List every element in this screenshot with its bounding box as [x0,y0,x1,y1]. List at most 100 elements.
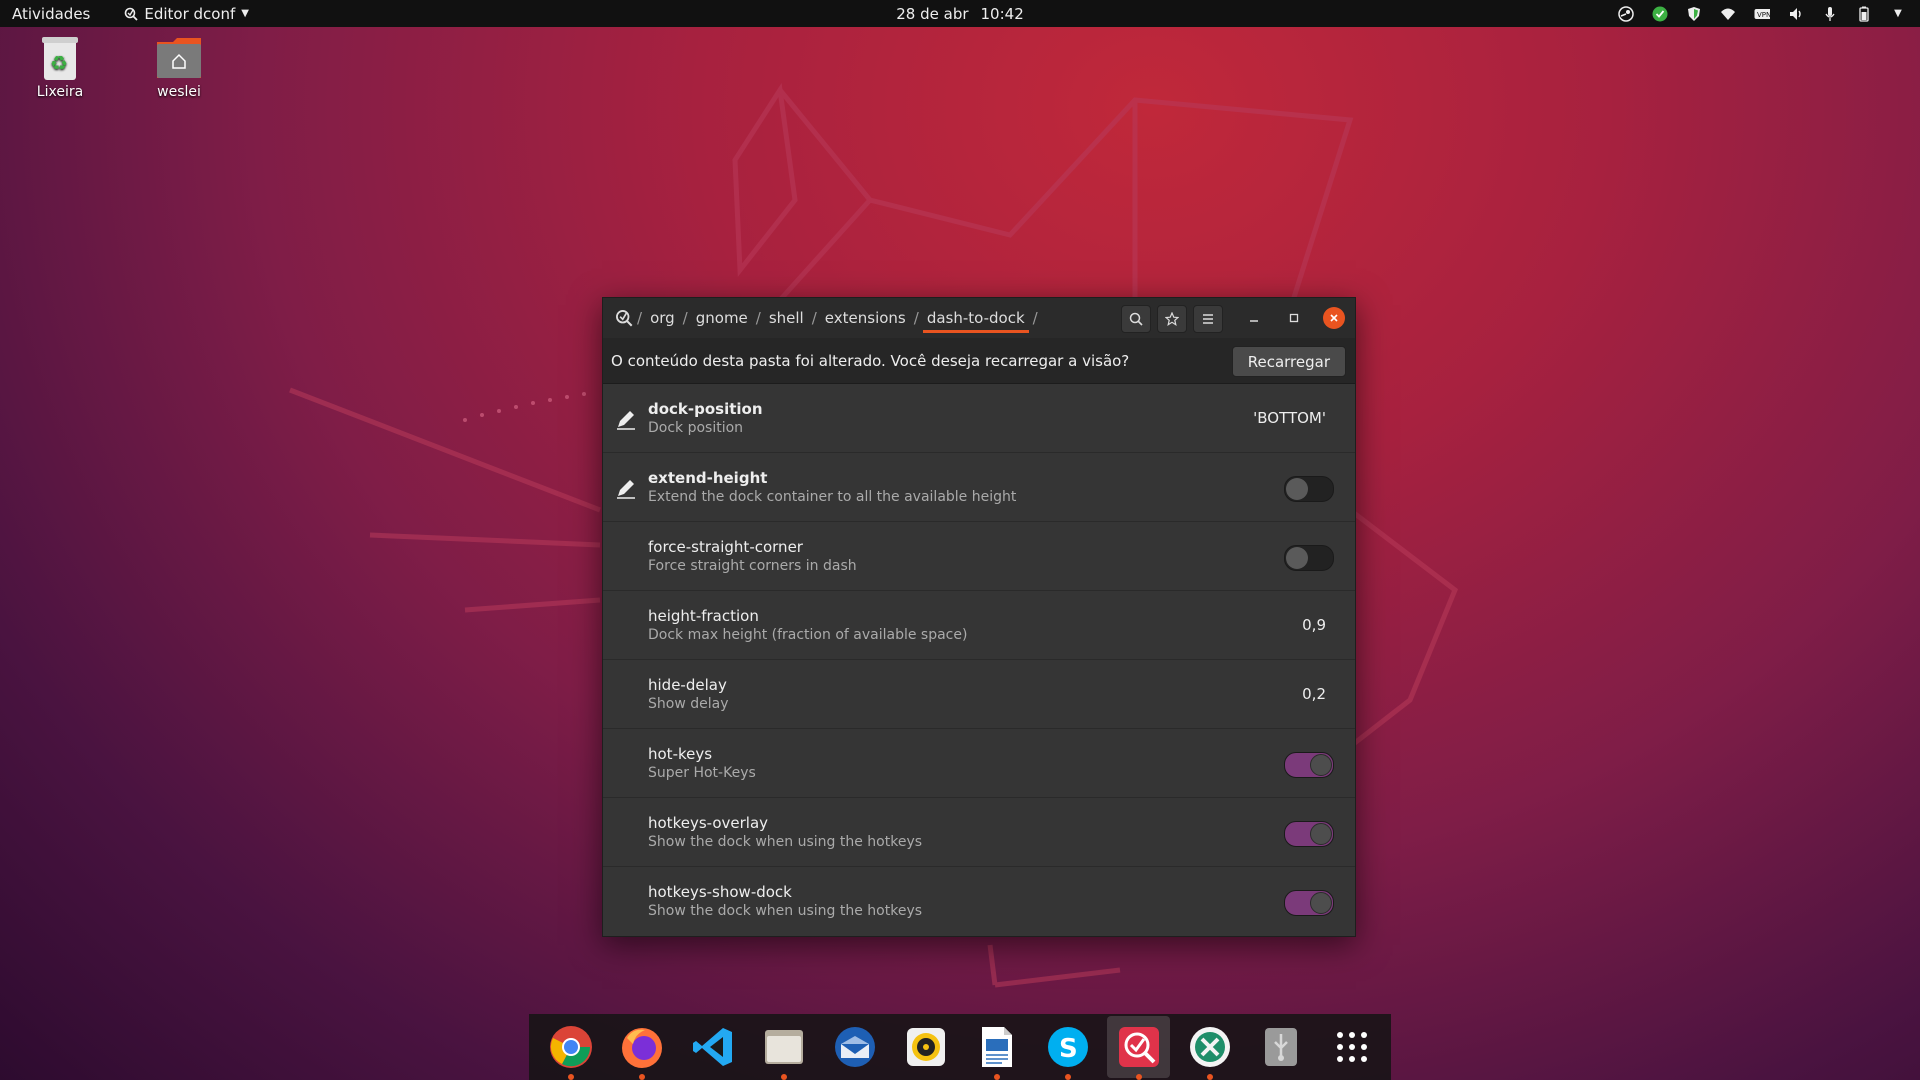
toggle-switch[interactable] [1284,890,1334,916]
firefox-icon [621,1028,662,1068]
dock-item-dconf-editor[interactable] [1107,1016,1170,1080]
toggle-knob [1286,547,1308,569]
running-indicator [780,1074,787,1080]
desktop-icon-label: Lixeira [36,84,84,100]
key-row-dock-position[interactable]: dock-position Dock position 'BOTTOM' [603,384,1355,453]
key-description: Force straight corners in dash [648,558,857,574]
key-row-height-fraction[interactable]: height-fraction Dock max height (fractio… [603,591,1355,660]
running-indicator [1064,1074,1071,1080]
toggle-knob [1286,478,1308,500]
breadcrumb-separator: / [682,309,688,327]
minimize-button[interactable] [1243,307,1265,329]
header-bar: / org / gnome / shell / extensions / das… [603,298,1355,338]
menu-button[interactable] [1193,305,1223,333]
chrome-icon [549,1026,592,1068]
system-tray[interactable]: VPN ▼ [1618,0,1906,27]
key-list: dock-position Dock position 'BOTTOM' ext… [603,384,1355,935]
maximize-icon [1289,313,1299,323]
vpn-icon[interactable]: VPN [1754,6,1770,22]
key-description: Dock position [648,420,744,436]
key-name: dock-position [648,400,763,418]
dock-item-chrome[interactable] [539,1016,602,1080]
dock-item-firefox[interactable] [610,1016,673,1080]
running-indicator [1206,1074,1213,1080]
app-menu[interactable]: Editor dconf ▼ [124,5,249,23]
key-description: Show the dock when using the hotkeys [648,903,923,919]
time-label: 10:42 [980,4,1024,23]
breadcrumb-separator: / [755,309,761,327]
key-name: hotkeys-overlay [648,814,769,832]
dconf-editor-icon [1118,1027,1159,1067]
app-menu-label: Editor dconf [144,4,236,23]
dconf-root-icon[interactable] [615,309,633,327]
dock-item-libreoffice-writer[interactable] [965,1016,1028,1080]
desktop-icon-home[interactable]: weslei [134,34,224,100]
show-applications-button[interactable] [1320,1016,1383,1078]
close-button[interactable] [1323,307,1345,329]
toggle-switch[interactable] [1284,821,1334,847]
running-indicator [993,1074,1000,1080]
svg-text:VPN: VPN [1757,11,1770,19]
key-name: hide-delay [648,676,727,694]
bookmarks-button[interactable] [1157,305,1187,333]
volume-icon[interactable] [1788,6,1804,22]
checkmark-shield-icon[interactable] [1652,6,1668,22]
breadcrumb-extensions[interactable]: extensions [821,309,910,327]
wifi-icon[interactable] [1720,6,1736,22]
key-row-hide-delay[interactable]: hide-delay Show delay 0,2 [603,660,1355,729]
key-name: hotkeys-show-dock [648,883,792,901]
key-name: extend-height [648,469,768,487]
clock[interactable]: 28 de abr 10:42 [896,5,1024,23]
steam-icon[interactable] [1618,5,1634,22]
key-description: Dock max height (fraction of available s… [648,627,968,643]
key-value: 0,2 [1302,685,1326,703]
key-description: Extend the dock container to all the ava… [648,489,1017,505]
svg-text:♻: ♻ [50,51,68,75]
dock-item-thunderbird[interactable] [823,1016,886,1078]
hamburger-menu-icon [1203,314,1213,324]
desktop-icon-label: weslei [157,84,201,100]
toggle-switch[interactable] [1284,752,1334,778]
desktop-icon-trash[interactable]: ♻ Lixeira [15,34,105,100]
battery-icon[interactable] [1856,6,1872,22]
dock: S [529,1014,1391,1080]
dock-item-files[interactable] [752,1016,815,1080]
thunderbird-icon [834,1027,875,1067]
pencil-icon [617,480,635,499]
dock-item-skype[interactable]: S [1036,1016,1099,1080]
breadcrumb-org[interactable]: org [646,309,679,327]
minimize-icon [1250,320,1258,322]
close-icon [1330,314,1338,322]
breadcrumb-separator: / [1032,309,1038,327]
activities-button[interactable]: Atividades [12,5,90,23]
search-button[interactable] [1121,305,1151,333]
breadcrumb-dash-to-dock[interactable]: dash-to-dock [922,309,1029,333]
dock-item-vscode[interactable] [681,1016,744,1078]
key-name: hot-keys [648,745,713,763]
toggle-knob [1310,823,1332,845]
breadcrumb-separator: / [913,309,919,327]
microphone-icon[interactable] [1822,6,1838,22]
key-row-hot-keys[interactable]: hot-keys Super Hot-Keys [603,729,1355,798]
document-writer-icon [981,1027,1012,1067]
maximize-button[interactable] [1283,307,1305,329]
dock-item-rhythmbox[interactable] [894,1016,957,1078]
key-row-force-straight-corner[interactable]: force-straight-corner Force straight cor… [603,522,1355,591]
toggle-switch[interactable] [1284,476,1334,502]
chevron-down-icon[interactable]: ▼ [1890,6,1906,22]
dock-item-usb-creator[interactable] [1249,1016,1312,1078]
top-bar: Atividades Editor dconf ▼ 28 de abr 10:4… [0,0,1920,27]
toggle-switch[interactable] [1284,545,1334,571]
trash-icon: ♻ [36,34,84,82]
key-row-hotkeys-overlay[interactable]: hotkeys-overlay Show the dock when using… [603,798,1355,867]
shield-icon[interactable] [1686,6,1702,22]
key-row-extend-height[interactable]: extend-height Extend the dock container … [603,453,1355,522]
breadcrumb-shell[interactable]: shell [765,309,808,327]
reload-button[interactable]: Recarregar [1231,346,1346,377]
key-row-hotkeys-show-dock[interactable]: hotkeys-show-dock Show the dock when usi… [603,867,1355,935]
key-description: Super Hot-Keys [648,765,756,781]
key-name: force-straight-corner [648,538,803,556]
dock-item-remmina[interactable] [1178,1016,1241,1080]
breadcrumb-gnome[interactable]: gnome [692,309,752,327]
home-folder-icon [155,34,203,82]
